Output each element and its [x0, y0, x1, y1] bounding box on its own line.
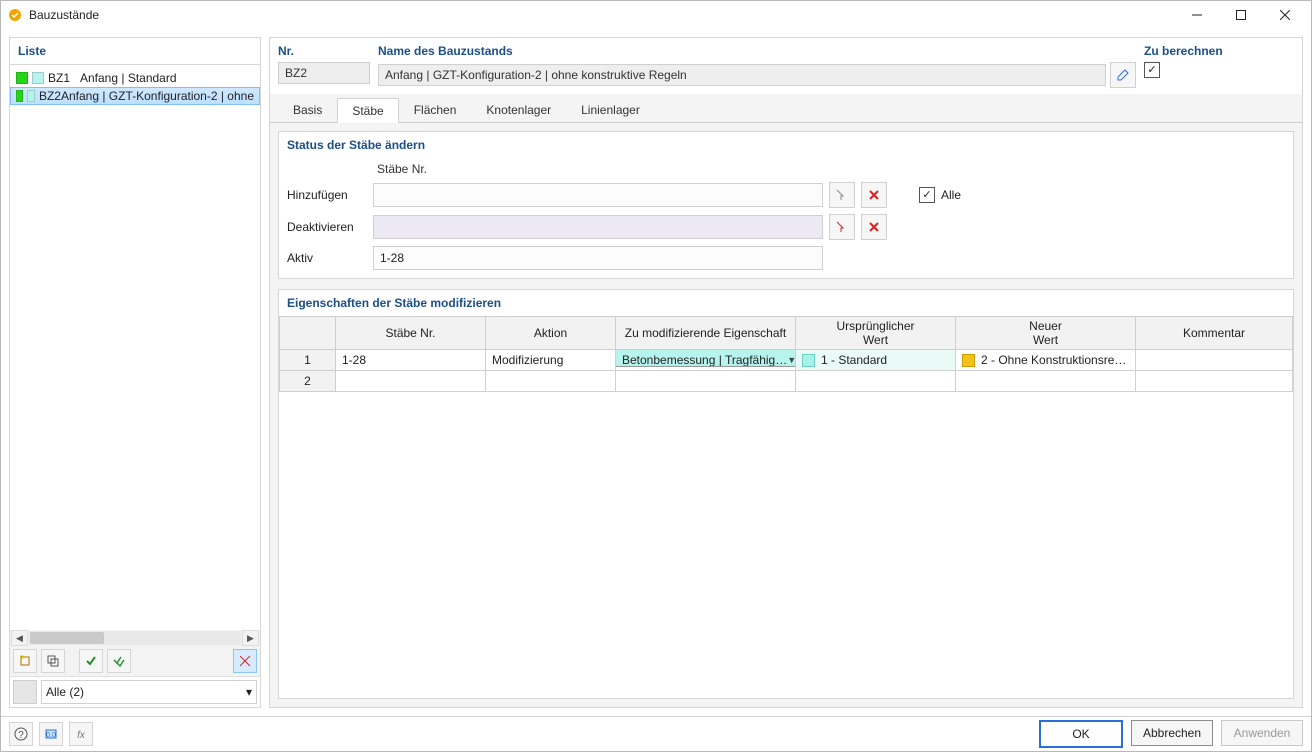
nr-field[interactable]: BZ2 — [278, 62, 370, 84]
name-label: Name des Bauzustands — [378, 44, 1136, 62]
close-button[interactable] — [1263, 1, 1307, 29]
clear-add-button[interactable] — [861, 182, 887, 208]
status-swatch — [16, 72, 28, 84]
col-new[interactable]: NeuerWert — [956, 317, 1136, 350]
pick-deactivate-button[interactable] — [829, 214, 855, 240]
alle-checkbox[interactable] — [919, 187, 935, 203]
pick-add-button[interactable] — [829, 182, 855, 208]
cell-aktion[interactable]: Modifizierung — [486, 350, 616, 371]
window-title: Bauzustände — [29, 8, 99, 22]
item-code: BZ1 — [48, 71, 80, 85]
minimize-button[interactable] — [1175, 1, 1219, 29]
tab-staebe[interactable]: Stäbe — [337, 98, 398, 123]
maximize-button[interactable] — [1219, 1, 1263, 29]
status-swatch — [32, 72, 44, 84]
cancel-button[interactable]: Abbrechen — [1131, 720, 1213, 746]
scroll-right[interactable]: ▶ — [242, 630, 259, 646]
cell-original[interactable]: 1 - Standard — [796, 350, 956, 371]
scroll-left[interactable]: ◀ — [11, 630, 28, 646]
check-single-button[interactable] — [79, 649, 103, 673]
svg-text:0,0: 0,0 — [46, 732, 56, 739]
cell-new[interactable]: 2 - Ohne Konstruktionsre… — [956, 350, 1136, 371]
filter-value: Alle (2) — [46, 685, 84, 699]
ok-button[interactable]: OK — [1039, 720, 1123, 748]
property-dropdown-menu[interactable]: Betonbemessung | Knicklänge Betonbemessu… — [616, 366, 796, 371]
check-all-button[interactable] — [107, 649, 131, 673]
function-button[interactable]: fx — [69, 722, 93, 746]
sidebar-header: Liste — [10, 38, 260, 65]
new-swatch — [962, 354, 975, 367]
filter-select[interactable]: Alle (2) ▾ — [41, 680, 257, 704]
modify-table[interactable]: Stäbe Nr. Aktion Zu modifizierende Eigen… — [279, 316, 1293, 392]
table-row[interactable]: 2 — [280, 371, 1293, 392]
col-comment[interactable]: Kommentar — [1136, 317, 1293, 350]
apply-button[interactable]: Anwenden — [1221, 720, 1303, 746]
active-staebe-input[interactable]: 1-28 — [373, 246, 823, 270]
row-num: 2 — [280, 371, 336, 392]
row-label-active: Aktiv — [287, 251, 367, 265]
list-item[interactable]: BZ1 Anfang | Standard — [10, 69, 260, 87]
section-status: Status der Stäbe ändern Stäbe Nr. Hinzuf… — [278, 131, 1294, 279]
delete-item-button[interactable] — [233, 649, 257, 673]
orig-swatch — [802, 354, 815, 367]
item-label: Anfang | Standard — [80, 71, 177, 85]
cell-staebe[interactable]: 1-28 — [336, 350, 486, 371]
tabs: Basis Stäbe Flächen Knotenlager Linienla… — [270, 94, 1302, 123]
status-swatch — [27, 90, 34, 102]
nr-label: Nr. — [278, 44, 370, 62]
chevron-down-icon: ▾ — [246, 685, 252, 699]
row-num: 1 — [280, 350, 336, 371]
tab-basis[interactable]: Basis — [278, 97, 337, 122]
status-swatch — [16, 90, 23, 102]
dropdown-item[interactable]: Betonbemessung | Knicklänge — [616, 367, 796, 371]
cell-comment[interactable] — [1136, 350, 1293, 371]
table-row[interactable]: 1 1-28 Modifizierung Betonbemessung | Tr… — [280, 350, 1293, 371]
add-staebe-input[interactable] — [373, 183, 823, 207]
item-code: BZ2 — [39, 89, 61, 103]
window: Bauzustände Liste BZ1 Anfang | Standard — [0, 0, 1312, 752]
cell-property-dropdown[interactable]: Betonbemessung | Tragfähig… ▼ Betonbemes… — [616, 350, 796, 371]
horizontal-scrollbar[interactable]: ◀ ▶ — [10, 630, 260, 646]
list-item[interactable]: BZ2 Anfang | GZT-Konfiguration-2 | ohne — [10, 87, 260, 105]
item-label: Anfang | GZT-Konfiguration-2 | ohne — [61, 89, 254, 103]
scroll-thumb[interactable] — [30, 632, 104, 644]
tab-linienlager[interactable]: Linienlager — [566, 97, 655, 122]
copy-item-button[interactable] — [41, 649, 65, 673]
edit-name-button[interactable] — [1110, 62, 1136, 88]
dialog-footer: ? 0,0 fx OK Abbrechen Anwenden — [1, 716, 1311, 751]
sidebar: Liste BZ1 Anfang | Standard BZ2 Anfang |… — [9, 37, 261, 708]
filter-color[interactable] — [13, 680, 37, 704]
units-button[interactable]: 0,0 — [39, 722, 63, 746]
new-item-button[interactable] — [13, 649, 37, 673]
deactivate-staebe-input[interactable] — [373, 215, 823, 239]
col-staebe[interactable]: Stäbe Nr. — [336, 317, 486, 350]
calc-label: Zu berechnen — [1144, 44, 1294, 62]
scroll-track[interactable] — [29, 631, 241, 645]
section-modify-title: Eigenschaften der Stäbe modifizieren — [279, 290, 1293, 316]
svg-text:?: ? — [18, 730, 24, 741]
main: Nr. BZ2 Name des Bauzustands Anfang | GZ… — [269, 37, 1303, 708]
tab-flaechen[interactable]: Flächen — [399, 97, 472, 122]
chevron-down-icon: ▼ — [787, 355, 795, 365]
col-orig[interactable]: UrsprünglicherWert — [796, 317, 956, 350]
titlebar: Bauzustände — [1, 1, 1311, 29]
col-prop[interactable]: Zu modifizierende Eigenschaft — [616, 317, 796, 350]
name-field[interactable]: Anfang | GZT-Konfiguration-2 | ohne kons… — [378, 64, 1106, 86]
section-modify: Eigenschaften der Stäbe modifizieren Stä… — [278, 289, 1294, 699]
alle-label: Alle — [941, 188, 961, 202]
svg-text:fx: fx — [77, 730, 86, 741]
section-status-title: Status der Stäbe ändern — [279, 132, 1293, 158]
app-icon — [7, 7, 23, 23]
tab-knotenlager[interactable]: Knotenlager — [471, 97, 566, 122]
row-label-deactivate: Deaktivieren — [287, 220, 367, 234]
col-aktion[interactable]: Aktion — [486, 317, 616, 350]
staebe-nr-header: Stäbe Nr. — [373, 162, 823, 176]
row-label-add: Hinzufügen — [287, 188, 367, 202]
clear-deactivate-button[interactable] — [861, 214, 887, 240]
help-button[interactable]: ? — [9, 722, 33, 746]
calc-checkbox[interactable] — [1144, 62, 1160, 78]
construction-stage-list[interactable]: BZ1 Anfang | Standard BZ2 Anfang | GZT-K… — [10, 65, 260, 630]
